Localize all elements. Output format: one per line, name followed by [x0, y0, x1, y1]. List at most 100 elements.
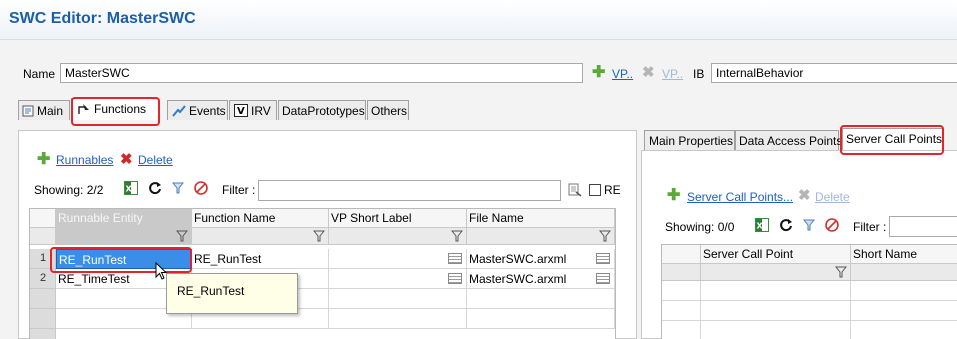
svg-text:X: X: [757, 222, 764, 231]
filter-input[interactable]: [258, 180, 561, 201]
events-tab-icon: [172, 105, 186, 117]
table-cell[interactable]: [701, 281, 851, 301]
irv-tab-icon: V: [234, 104, 248, 118]
add-runnable-icon[interactable]: ✚: [37, 152, 50, 168]
delete-icon[interactable]: ✖: [120, 152, 133, 167]
tab-data-access-points[interactable]: Data Access Points: [735, 130, 843, 150]
table-cell-vp-short-label[interactable]: [329, 249, 467, 269]
tab-dataprototypes-label: DataPrototypes: [282, 103, 365, 118]
showing-count: Showing: 2/2: [34, 183, 104, 197]
table-cell[interactable]: [467, 309, 615, 329]
filter-cell[interactable]: [467, 228, 615, 245]
table-cell-function-name[interactable]: RE_RunTest: [192, 249, 329, 269]
table-cell[interactable]: [851, 301, 957, 321]
table-cell[interactable]: [329, 309, 467, 329]
column-header-file-name[interactable]: File Name: [467, 209, 615, 228]
table-cell-file-text: MasterSWC.arxml: [469, 252, 567, 266]
table-cell[interactable]: [851, 321, 957, 339]
column-header-function-name[interactable]: Function Name: [192, 209, 329, 228]
showing-count: Showing: 0/0: [665, 220, 735, 234]
editor-title: SWC Editor: MasterSWC: [9, 10, 196, 27]
filter-cell[interactable]: [56, 228, 192, 245]
filter-toggle-icon[interactable]: [802, 218, 816, 232]
selected-cell-highlight: [50, 247, 192, 273]
table-icon[interactable]: [596, 273, 610, 284]
match-case-icon[interactable]: [568, 183, 582, 197]
row-number-header: [30, 209, 56, 228]
runnables-link[interactable]: Runnables: [56, 153, 113, 167]
tab-irv-label: IRV: [251, 103, 271, 118]
re-label: RE: [604, 183, 621, 197]
table-cell[interactable]: [329, 289, 467, 309]
funnel-icon[interactable]: [176, 230, 188, 242]
filter-row-spacer: [662, 264, 701, 281]
add-vp-icon[interactable]: ✚: [592, 65, 605, 81]
row-number: [30, 329, 56, 339]
table-cell-file-name[interactable]: MasterSWC.arxml: [467, 249, 615, 269]
tab-main-label: Main: [37, 103, 64, 118]
row-number: [30, 289, 56, 309]
row-number-header: [662, 245, 701, 264]
funnel-icon[interactable]: [313, 230, 325, 242]
svg-text:V: V: [237, 106, 245, 117]
editor-title-bar: SWC Editor: MasterSWC: [0, 0, 957, 40]
filter-label: Filter :: [222, 183, 256, 197]
filter-cell[interactable]: [701, 264, 851, 281]
tooltip: RE_RunTest: [166, 273, 298, 314]
tab-dataprototypes[interactable]: DataPrototypes: [278, 100, 366, 120]
funnel-icon[interactable]: [599, 230, 611, 242]
remove-vp-icon: ✖: [642, 64, 655, 81]
re-checkbox[interactable]: [589, 184, 601, 196]
excel-export-icon[interactable]: X: [755, 218, 769, 232]
clear-filter-icon[interactable]: [194, 181, 208, 195]
table-cell-file-name[interactable]: MasterSWC.arxml: [467, 269, 615, 289]
filter-toggle-icon[interactable]: [171, 181, 185, 195]
table-cell[interactable]: [701, 321, 851, 339]
runnables-table: Runnable Entity Function Name VP Short L…: [29, 208, 616, 339]
excel-export-icon[interactable]: X: [124, 181, 138, 195]
table-cell-vp-short-label[interactable]: [329, 269, 467, 289]
name-field[interactable]: MasterSWC: [60, 63, 583, 83]
table-cell[interactable]: [701, 301, 851, 321]
refresh-icon[interactable]: [148, 181, 162, 195]
tab-main[interactable]: Main: [18, 100, 70, 120]
server-call-points-table: Server Call Point Short Name: [661, 244, 957, 339]
table-icon[interactable]: [448, 273, 462, 284]
tab-events[interactable]: Events: [167, 100, 228, 120]
delete-link-disabled: Delete: [815, 190, 850, 204]
add-server-call-point-icon[interactable]: ✚: [667, 188, 680, 204]
filter-cell[interactable]: [192, 228, 329, 245]
table-cell-file-text: MasterSWC.arxml: [469, 272, 567, 286]
filter-row-spacer: [30, 228, 56, 245]
funnel-icon[interactable]: [451, 230, 463, 242]
server-call-points-tab-highlight: [840, 125, 944, 155]
funnel-icon[interactable]: [835, 266, 847, 278]
table-cell[interactable]: [851, 281, 957, 301]
filter-cell[interactable]: [329, 228, 467, 245]
filter-cell[interactable]: [851, 264, 957, 281]
table-icon[interactable]: [448, 253, 462, 264]
server-call-points-link[interactable]: Server Call Points...: [687, 190, 793, 204]
vp-link[interactable]: VP..: [612, 67, 633, 81]
refresh-icon[interactable]: [779, 218, 793, 232]
column-header-short-name[interactable]: Short Name: [851, 245, 957, 264]
tab-events-label: Events: [189, 103, 226, 118]
column-header-server-call-point[interactable]: Server Call Point: [701, 245, 851, 264]
clear-filter-icon[interactable]: [825, 218, 839, 232]
column-header-runnable-entity[interactable]: Runnable Entity: [56, 209, 192, 228]
ib-field[interactable]: InternalBehavior: [711, 63, 957, 83]
functions-tab-highlight: [71, 97, 160, 126]
delete-link[interactable]: Delete: [138, 153, 173, 167]
table-cell: [662, 321, 701, 339]
table-cell[interactable]: [467, 289, 615, 309]
tab-irv[interactable]: V IRV: [229, 100, 277, 120]
tab-main-properties[interactable]: Main Properties: [644, 130, 735, 150]
table-cell: [662, 281, 701, 301]
column-header-vp-short-label[interactable]: VP Short Label: [329, 209, 467, 228]
tab-data-access-points-label: Data Access Points: [739, 133, 843, 148]
ib-label: IB: [693, 67, 705, 81]
filter-input[interactable]: [889, 216, 957, 237]
table-icon[interactable]: [596, 253, 610, 264]
main-tab-icon: [22, 105, 34, 117]
tab-others[interactable]: Others: [367, 100, 409, 120]
